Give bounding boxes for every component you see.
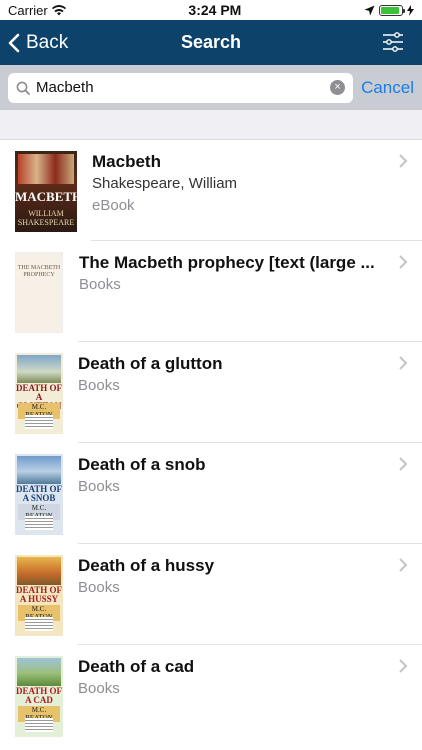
result-item-death-of-a-hussy[interactable]: DEATH OF A HUSSY M.C. BEATON Death of a … [0, 544, 422, 645]
status-time: 3:24 PM [188, 2, 242, 18]
result-title: Death of a cad [78, 657, 195, 676]
clear-search-icon[interactable]: × [330, 80, 346, 95]
book-cover-image: DEATH OF A GLUTTON M.C. BEATON [15, 353, 63, 434]
book-cover-image: MACBETH WILLIAM SHAKESPEARE [15, 151, 77, 232]
chevron-right-icon [399, 154, 408, 168]
search-field-container: × [8, 72, 354, 103]
wifi-icon [51, 4, 66, 15]
back-button[interactable]: Back [0, 32, 68, 54]
charging-icon [407, 4, 414, 16]
result-item-death-of-a-glutton[interactable]: DEATH OF A GLUTTON M.C. BEATON Death of … [0, 342, 422, 443]
result-title: The Macbeth prophecy [text (large ... [79, 253, 375, 272]
location-icon [364, 5, 375, 15]
filter-icon[interactable] [382, 32, 404, 52]
search-icon [16, 81, 30, 95]
search-input[interactable] [36, 79, 325, 96]
result-item-macbeth-prophecy[interactable]: THE MACBETH PROPHECY The Macbeth prophecy… [0, 241, 422, 342]
chevron-right-icon [399, 356, 408, 370]
back-label: Back [26, 31, 69, 53]
result-item-macbeth[interactable]: MACBETH WILLIAM SHAKESPEARE Macbeth Shake… [0, 140, 422, 241]
result-title: Death of a hussy [78, 556, 215, 575]
status-bar: Carrier 3:24 PM [0, 0, 422, 20]
result-item-death-of-a-snob[interactable]: DEATH OF A SNOB M.C. BEATON Death of a s… [0, 443, 422, 544]
result-format: Books [79, 276, 121, 293]
book-cover-image: DEATH OF A HUSSY M.C. BEATON [15, 555, 63, 636]
result-format: Books [78, 377, 120, 394]
carrier-label: Carrier [8, 2, 48, 18]
cancel-button[interactable]: Cancel [361, 78, 414, 98]
result-item-death-of-a-cad[interactable]: DEATH OF A CAD M.C. BEATON Death of a ca… [0, 645, 422, 746]
section-spacer [0, 110, 422, 140]
chevron-right-icon [399, 659, 408, 673]
result-format: Books [78, 680, 120, 697]
result-format: Books [78, 478, 120, 495]
chevron-left-icon [8, 33, 20, 52]
results-list: MACBETH WILLIAM SHAKESPEARE Macbeth Shake… [0, 140, 422, 746]
navigation-bar: Back Search [0, 20, 422, 65]
result-title: Death of a snob [78, 455, 206, 474]
chevron-right-icon [399, 457, 408, 471]
result-format: Books [78, 579, 120, 596]
chevron-right-icon [399, 255, 408, 269]
book-cover-image: DEATH OF A SNOB M.C. BEATON [15, 454, 63, 535]
result-author: Shakespeare, William [92, 175, 238, 192]
book-cover-image: DEATH OF A CAD M.C. BEATON [15, 656, 63, 737]
result-title: Death of a glutton [78, 354, 223, 373]
result-format: eBook [92, 197, 135, 214]
result-title: Macbeth [92, 152, 161, 171]
battery-icon [379, 4, 405, 16]
chevron-right-icon [399, 558, 408, 572]
search-bar: × Cancel [0, 65, 422, 110]
book-cover-image: THE MACBETH PROPHECY [15, 252, 63, 333]
